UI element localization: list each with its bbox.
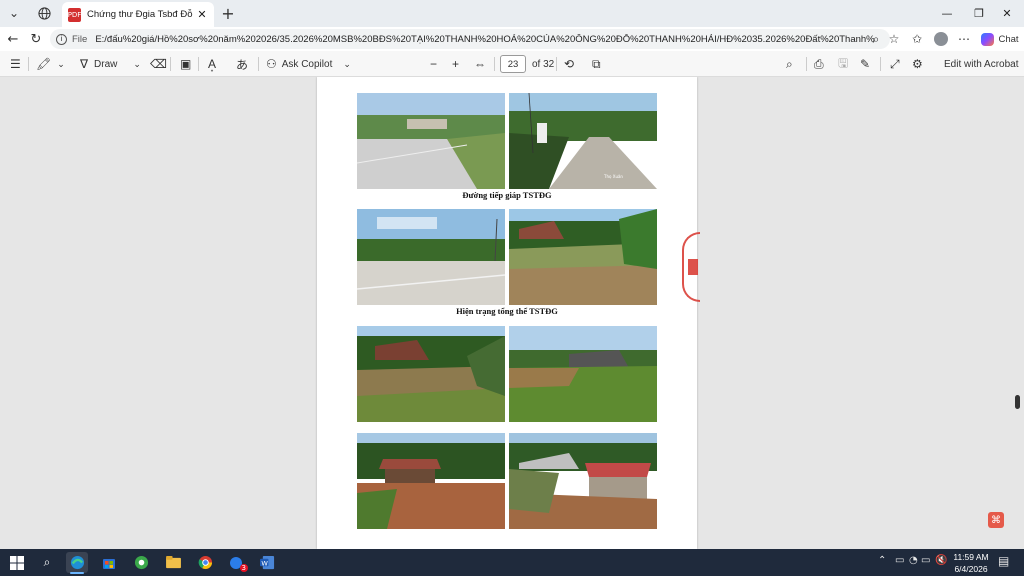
network-icon[interactable]: ▭ [921, 555, 930, 566]
acrobat-floating-icon[interactable]: ⌘ [988, 512, 1004, 528]
pdf-page: Thọ Xuân Đường tiếp giáp TSTĐG Hiện trạn… [317, 77, 697, 549]
word-icon[interactable]: W [256, 552, 278, 573]
zoom-in-icon[interactable]: + [452, 54, 459, 74]
input-language-icon[interactable]: ◔ [909, 555, 918, 566]
divider [198, 57, 199, 71]
print-icon[interactable]: ⎙ [814, 54, 824, 74]
scheme-label: File [72, 33, 88, 45]
save-icon[interactable]: 🖫 [838, 54, 848, 74]
chat-label: Chat [998, 33, 1019, 45]
refresh-icon[interactable]: ↻ [26, 29, 46, 49]
chrome-icon[interactable] [194, 552, 216, 573]
read-aloud-icon[interactable]: A͙ [208, 54, 216, 74]
divider [880, 57, 881, 71]
caption-adjacent-road: Đường tiếp giáp TSTĐG [462, 190, 552, 200]
close-tab-icon[interactable]: ✕ [196, 8, 208, 21]
draw-button[interactable]: ∇ Draw ⌄ [80, 54, 141, 74]
translate-icon[interactable]: あ [236, 54, 248, 74]
favorites-list-icon[interactable]: ✩ [908, 30, 926, 48]
more-options-icon[interactable]: ⋯ [955, 30, 973, 48]
photo-overview-1 [357, 209, 505, 305]
photo-road-2: Thọ Xuân [509, 93, 657, 189]
pdf-file-icon: PDF [68, 7, 81, 22]
draw-pen-icon: ∇ [80, 57, 89, 71]
text-box-icon[interactable]: ▣ [180, 54, 191, 74]
rotate-icon[interactable]: ⟲ [564, 54, 574, 74]
photo-house-1 [357, 433, 505, 529]
tab-title: Chứng thư Đgia Tsbđ Đỗ Thanh Hải [87, 9, 193, 20]
microsoft-store-icon[interactable] [98, 552, 120, 573]
page-total-label: of 32 [532, 58, 555, 70]
divider [170, 57, 171, 71]
page-view-icon[interactable]: ⧉ [592, 54, 601, 74]
pdf-toolbar: ☰ 🖍 ⌄ ∇ Draw ⌄ ⌫ ▣ A͙ あ ⚇ Ask Copilot ⌄ − + ⇔… [0, 51, 1024, 77]
url-text[interactable]: E:/đấu%20giá/Hồ%20sơ%20năm%202026/35.202… [95, 34, 875, 45]
tab-strip: ⌄ PDF Chứng thư Đgia Tsbđ Đỗ Thanh Hải ✕… [0, 0, 1024, 27]
tray-chevron-icon[interactable]: ⌃ [878, 555, 886, 566]
workspaces-globe-icon[interactable] [32, 3, 56, 23]
photo-land-1 [357, 326, 505, 422]
photo-land-2 [509, 326, 657, 422]
copilot-logo-icon [981, 32, 995, 46]
highlight-tool-icon[interactable]: 🖍 ⌄ [36, 54, 65, 74]
vertical-scrollbar[interactable] [1013, 77, 1024, 549]
photo-overview-2 [509, 209, 657, 305]
zoom-magnifier-icon[interactable]: ⌕ [868, 30, 884, 48]
address-bar: ← ↻ i File E:/đấu%20giá/Hồ%20sơ%20năm%20… [0, 27, 1024, 51]
clock-time: 11:59 AM [953, 552, 989, 562]
tab-active-pdf[interactable]: PDF Chứng thư Đgia Tsbđ Đỗ Thanh Hải ✕ [62, 2, 214, 27]
app-green-icon[interactable] [130, 552, 152, 573]
red-seal-stamp [682, 232, 700, 302]
settings-gear-icon[interactable]: ⚙ [912, 54, 923, 74]
table-of-contents-icon[interactable]: ☰ [10, 54, 21, 74]
new-tab-plus-icon[interactable]: + [216, 3, 240, 23]
close-window-icon[interactable]: ✕ [990, 3, 1024, 23]
save-as-icon[interactable]: ✎ [860, 54, 870, 74]
clock-date: 6/4/2026 [954, 564, 988, 574]
zoom-out-icon[interactable]: − [430, 54, 437, 74]
fullscreen-icon[interactable]: ⤢ [890, 54, 900, 74]
caption-overall-status: Hiện trạng tổng thể TSTĐG [456, 306, 558, 316]
divider [556, 57, 557, 71]
copilot-chat-button[interactable]: Chat [980, 30, 1020, 48]
ask-copilot-label: Ask Copilot [281, 58, 333, 70]
edit-acrobat-label: Edit with Acrobat [944, 58, 1019, 70]
chat-app-icon[interactable]: 3 [226, 552, 248, 573]
windows-taskbar: ⌕ 3 W ⌃ ▭ ◔ ▭ 🔇 11:59 AM 6/4/2026 ▤ [0, 549, 1024, 576]
file-explorer-icon[interactable] [162, 552, 184, 573]
minimize-icon[interactable]: — [930, 3, 964, 23]
scroll-thumb[interactable] [1015, 395, 1020, 409]
fit-page-icon[interactable]: ⇔ [474, 54, 486, 74]
profile-avatar[interactable] [932, 30, 950, 48]
search-icon[interactable]: ⌕ [36, 552, 58, 573]
edit-with-acrobat-button[interactable]: Edit with Acrobat [944, 54, 1018, 74]
photo-stamp: Thọ Xuân [603, 174, 623, 179]
divider [806, 57, 807, 71]
ask-copilot-button[interactable]: ⚇ Ask Copilot ⌄ [266, 54, 351, 74]
copilot-icon: ⚇ [266, 57, 277, 71]
tray-app-icon[interactable]: ▭ [895, 555, 904, 566]
site-info-icon[interactable]: i [56, 33, 67, 45]
tab-actions-chevron-icon[interactable]: ⌄ [2, 3, 26, 23]
draw-label: Draw [94, 58, 118, 70]
pdf-viewer[interactable]: Thọ Xuân Đường tiếp giáp TSTĐG Hiện trạn… [0, 77, 1024, 549]
back-arrow-icon[interactable]: ← [3, 29, 23, 49]
svg-text:W: W [261, 559, 268, 567]
favorite-star-icon[interactable]: ☆ [886, 30, 902, 48]
search-icon[interactable]: ⌕ [786, 54, 793, 74]
divider [258, 57, 259, 71]
volume-muted-icon[interactable]: 🔇 [935, 555, 947, 566]
edge-browser-icon[interactable] [66, 552, 88, 574]
windows-start-icon[interactable] [6, 552, 28, 573]
eraser-icon[interactable]: ⌫ [150, 54, 167, 74]
notification-badge: 3 [239, 564, 248, 572]
system-clock[interactable]: 11:59 AM 6/4/2026 [948, 551, 994, 575]
divider [28, 57, 29, 71]
photo-road-1 [357, 93, 505, 189]
page-number-input[interactable]: 23 [500, 54, 526, 74]
url-field[interactable]: i File E:/đấu%20giá/Hồ%20sơ%20năm%202026… [50, 29, 890, 49]
photo-house-2 [509, 433, 657, 529]
notifications-icon[interactable]: ▤ [998, 554, 1009, 568]
divider [494, 57, 495, 71]
